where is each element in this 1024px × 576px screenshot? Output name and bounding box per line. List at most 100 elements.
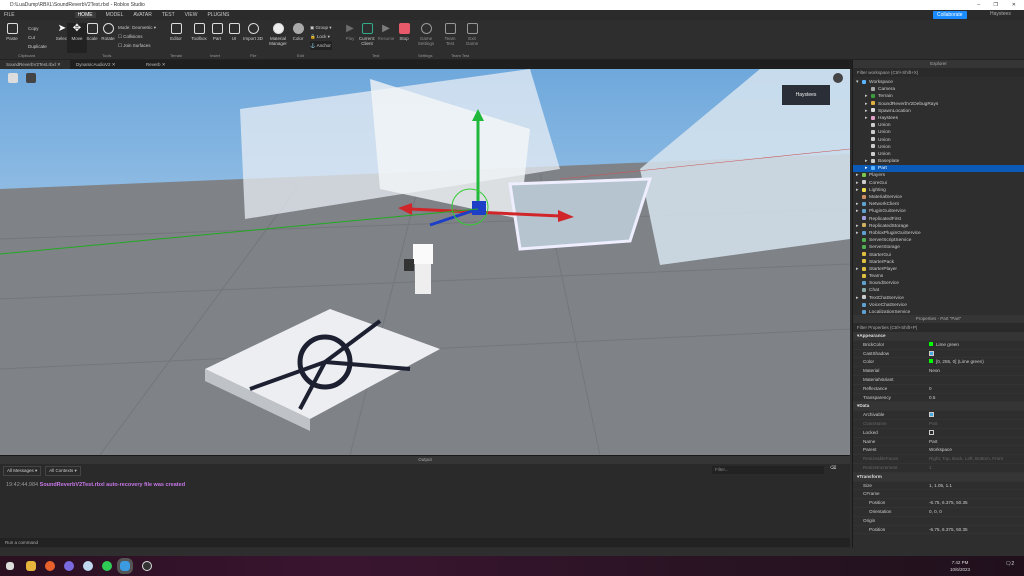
anchor-button[interactable]: ⚓ Anchor — [310, 41, 332, 50]
explorer-item[interactable]: MaterialService — [853, 194, 1024, 201]
stop-button[interactable]: Stop — [394, 23, 414, 41]
user-menu[interactable]: Haystees — [990, 11, 1011, 17]
tab-reverb[interactable]: Reverb ✕ — [140, 60, 210, 69]
mode-dropdown[interactable]: Geometric — [132, 25, 153, 30]
menu-plugins[interactable]: PLUGINS — [207, 12, 229, 18]
command-bar-input[interactable]: Run a command — [0, 538, 850, 547]
minimize-button[interactable]: – — [977, 0, 980, 10]
property-row[interactable]: CastShadow — [853, 350, 1024, 359]
checkbox[interactable] — [929, 350, 934, 356]
explorer-item[interactable]: Union — [853, 122, 1024, 129]
explorer-item[interactable]: ▸ Lighting — [853, 187, 1024, 194]
checkbox[interactable] — [929, 430, 934, 436]
property-row[interactable]: MaterialVariant — [853, 376, 1024, 385]
contexts-filter-dropdown[interactable]: All Contexts ▾ — [45, 466, 81, 476]
property-row[interactable]: Archivable — [853, 411, 1024, 420]
exit-game-button[interactable]: Exit Game — [462, 23, 482, 46]
explorer-item[interactable]: Chat — [853, 287, 1024, 294]
property-row[interactable]: CFrame — [853, 490, 1024, 500]
explorer-item[interactable]: ▸ CoreGui — [853, 180, 1024, 187]
property-row[interactable]: Name Part — [853, 438, 1024, 447]
obs-icon[interactable] — [142, 561, 152, 571]
collaborate-button[interactable]: Collaborate — [933, 11, 967, 19]
toolbox-button[interactable]: Toolbox — [189, 23, 209, 41]
properties-filter-input[interactable]: Filter Properties (Ctrl+Shift+P) — [853, 323, 1024, 332]
explorer-item[interactable]: ▸ StarterPlayer — [853, 266, 1024, 273]
explorer-item[interactable]: ▸ NetworkClient — [853, 201, 1024, 208]
property-row[interactable]: Origin — [853, 517, 1024, 526]
tab-soundreverb[interactable]: SoundReverbV2Test.rbxl ✕ — [0, 60, 70, 69]
resume-button[interactable]: ▶ Resume — [376, 23, 396, 41]
explorer-item[interactable]: ▾ Workspace — [853, 79, 1024, 86]
explorer-item[interactable]: StarterPack — [853, 259, 1024, 266]
property-section[interactable]: ▾ Transform — [853, 472, 1024, 482]
explorer-item[interactable]: Union — [853, 144, 1024, 151]
explorer-item[interactable]: Union — [853, 137, 1024, 144]
explorer-filter-input[interactable]: Filter workspace (Ctrl+Shift+X) — [853, 68, 1024, 77]
discord-icon[interactable] — [64, 561, 74, 571]
close-button[interactable]: ✕ — [1012, 0, 1016, 10]
explorer-item[interactable]: Camera — [853, 86, 1024, 93]
explorer-item[interactable]: ▸ ReplicatedStorage — [853, 223, 1024, 230]
property-row[interactable]: Color [0, 255, 0] (Lime green) — [853, 358, 1024, 368]
ui-button[interactable]: UI — [224, 23, 244, 41]
color-button[interactable]: Color — [288, 23, 308, 41]
property-row[interactable]: Reflectance 0 — [853, 385, 1024, 394]
explorer-item[interactable]: Union — [853, 129, 1024, 136]
lock-button[interactable]: 🔒 Lock ▾ — [310, 32, 332, 41]
explorer-item[interactable]: ▸ Baseplate — [853, 158, 1024, 165]
property-row[interactable]: Locked — [853, 429, 1024, 438]
property-row[interactable]: Position -6.75, 6.375, 50.35 — [853, 526, 1024, 535]
tab-dynamicaudio[interactable]: DynamicAudioV2 ✕ — [70, 60, 140, 69]
firefox-icon[interactable] — [45, 561, 55, 571]
property-row[interactable]: ResizeIncrement 1 — [853, 464, 1024, 473]
menu-file[interactable]: FILE — [4, 12, 15, 18]
import-3d-button[interactable]: Import 3D — [243, 23, 263, 41]
explorer-item[interactable]: ▸ Players — [853, 172, 1024, 179]
clear-output-icon[interactable]: ⌫ — [830, 465, 836, 471]
property-row[interactable]: Material Neon — [853, 367, 1024, 376]
spotify-icon[interactable] — [102, 561, 112, 571]
explorer-item[interactable]: VoiceChatService — [853, 302, 1024, 309]
windows-start-icon[interactable] — [6, 562, 14, 570]
explorer-item[interactable]: Union — [853, 151, 1024, 158]
checkbox[interactable] — [929, 412, 934, 418]
property-row[interactable]: Orientation 0, 0, 0 — [853, 508, 1024, 517]
maximize-button[interactable]: ❐ — [994, 0, 998, 10]
current-client-button[interactable]: Current: Client — [356, 23, 378, 46]
collisions-checkbox[interactable]: ☐ Collisions — [118, 32, 156, 41]
menu-view[interactable]: VIEW — [185, 12, 198, 18]
team-test-button[interactable]: Team Test — [440, 23, 460, 46]
explorer-item[interactable]: ▸ SoundReverbV2DebugRays — [853, 101, 1024, 108]
roblox-studio-icon[interactable] — [117, 558, 133, 574]
group-button[interactable]: ▣ Group ▾ — [310, 23, 332, 32]
game-settings-button[interactable]: Game Settings — [416, 23, 436, 46]
cut-button[interactable]: Cut — [28, 33, 47, 42]
messages-filter-dropdown[interactable]: All Messages ▾ — [3, 466, 42, 476]
menu-home[interactable]: HOME — [74, 12, 96, 18]
explorer-item[interactable]: ServerScriptService — [853, 237, 1024, 244]
explorer-item[interactable]: StarterGui — [853, 252, 1024, 259]
rotate-tool[interactable]: Rotate — [98, 23, 118, 41]
property-row[interactable]: ClassName Part — [853, 420, 1024, 429]
explorer-item[interactable]: ▸ TextChatService — [853, 295, 1024, 302]
output-filter-input[interactable]: Filter... — [712, 466, 824, 474]
notifications-icon[interactable]: 🗨2 — [1005, 561, 1014, 567]
menu-avatar[interactable]: AVATAR — [133, 12, 152, 18]
explorer-item[interactable]: ServerStorage — [853, 244, 1024, 251]
explorer-item[interactable]: LocalizationService — [853, 309, 1024, 315]
paste-button[interactable]: Paste — [2, 23, 22, 41]
explorer-item[interactable]: ReplicatedFirst — [853, 216, 1024, 223]
menu-model[interactable]: MODEL — [106, 12, 124, 18]
explorer-item[interactable]: ▸ Part — [853, 165, 1024, 173]
explorer-item[interactable]: ▸ Terrain — [853, 93, 1024, 100]
copy-button[interactable]: Copy — [28, 24, 47, 33]
join-surfaces-checkbox[interactable]: ☐ Join Surfaces — [118, 41, 156, 50]
material-manager-button[interactable]: Material Manager — [266, 23, 290, 46]
explorer-item[interactable]: ▸ RobloxPluginGuiService — [853, 230, 1024, 237]
terrain-editor-button[interactable]: Editor — [166, 23, 186, 41]
property-row[interactable]: Position -6.75, 6.375, 50.35 — [853, 499, 1024, 508]
explorer-item[interactable]: ▸ SpawnLocation — [853, 108, 1024, 115]
property-row[interactable]: Size 1, 1.05, 1.1 — [853, 482, 1024, 491]
explorer-item[interactable]: SoundService — [853, 280, 1024, 287]
